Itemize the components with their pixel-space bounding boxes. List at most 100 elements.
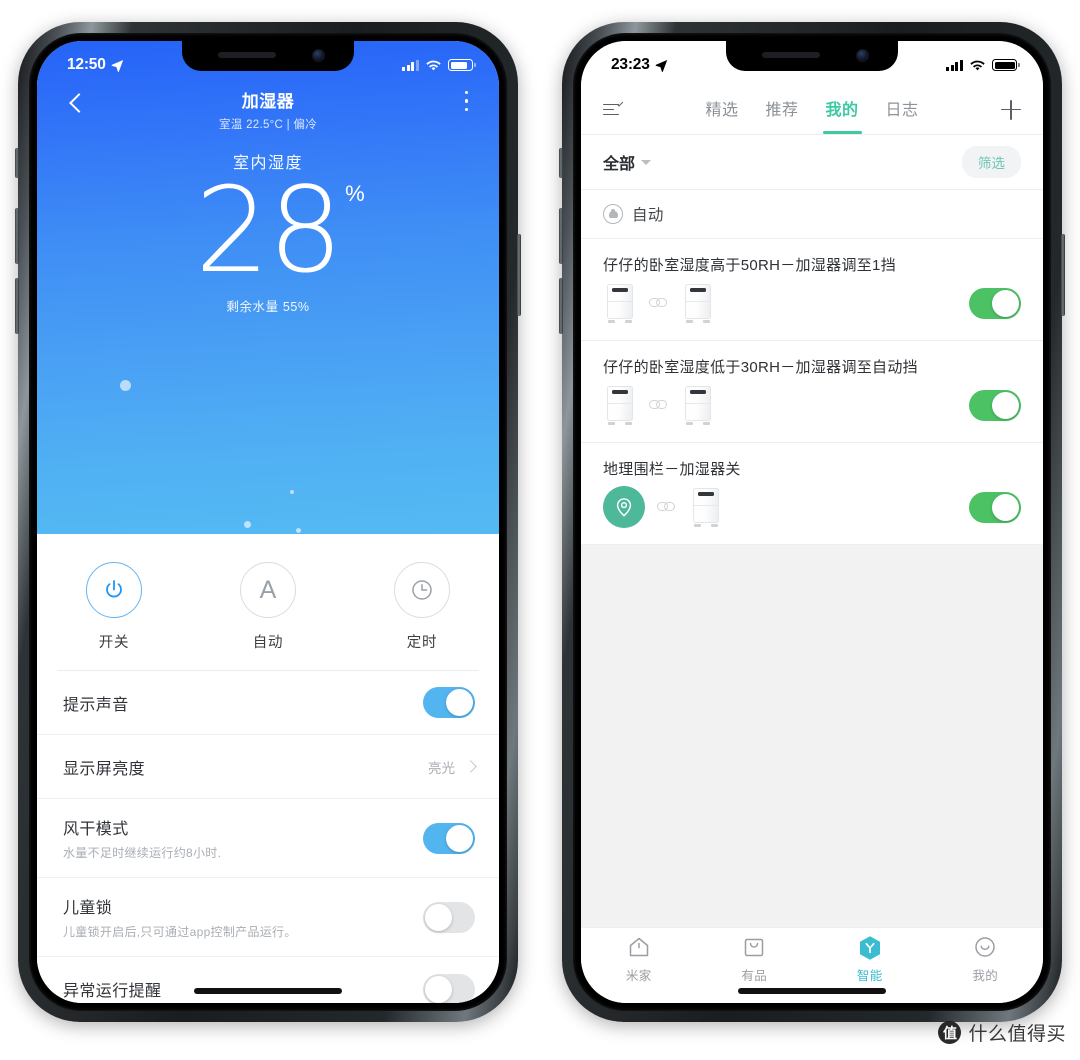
humidifier-icon: [603, 282, 637, 324]
automation-toggle[interactable]: [969, 287, 1021, 319]
empty-space: [581, 545, 1043, 927]
decor-dot: [290, 490, 294, 494]
automation-row[interactable]: 地理围栏－加湿器关: [581, 443, 1043, 545]
robot-head-icon: [603, 204, 623, 224]
brightness-value: 亮光: [428, 760, 455, 776]
volume-down-button[interactable]: [15, 278, 19, 334]
section-title: 自动: [632, 207, 664, 224]
top-tab-bar: 精选 推荐 我的 日志: [581, 85, 1043, 135]
location-arrow-icon: [111, 59, 123, 72]
front-camera: [313, 50, 324, 61]
wifi-icon: [426, 60, 441, 70]
tabbar-label: 智能: [856, 969, 883, 983]
fault-alert-toggle[interactable]: [423, 973, 475, 1003]
tabbar-item-mijia[interactable]: 米家: [581, 928, 697, 991]
status-time: 12:50: [67, 56, 106, 73]
water-level-text: 剩余水量 55%: [226, 300, 310, 315]
front-camera: [857, 50, 868, 61]
tab-mine[interactable]: 我的: [822, 96, 862, 134]
automation-row[interactable]: 仔仔的卧室湿度低于30RH－加湿器调至自动挡: [581, 341, 1043, 443]
volume-up-button[interactable]: [15, 208, 19, 264]
link-icon: [649, 297, 669, 309]
automation-title: 地理围栏－加湿器关: [603, 461, 741, 478]
automation-title: 仔仔的卧室湿度低于30RH－加湿器调至自动挡: [603, 359, 918, 376]
decor-dot: [244, 521, 251, 528]
power-side-button[interactable]: [1061, 234, 1065, 316]
setting-row-brightness[interactable]: 显示屏亮度 亮光: [37, 735, 499, 799]
tab-list: 精选 推荐 我的 日志: [623, 96, 1001, 134]
tab-log[interactable]: 日志: [886, 96, 919, 124]
link-icon: [657, 501, 677, 513]
page-title: 加湿器: [241, 92, 295, 111]
settings-list: 提示声音 显示屏亮度 亮光 风干模式 水量不足时继续运行约8小时. 儿童锁 儿童…: [37, 671, 499, 1003]
humidity-unit: %: [345, 181, 365, 206]
sound-toggle[interactable]: [423, 687, 475, 718]
status-right: [402, 59, 476, 72]
cellular-signal-icon: [402, 59, 419, 71]
battery-icon: [992, 59, 1020, 71]
filter-bar: 全部 筛选: [581, 135, 1043, 189]
tabbar-label: 我的: [972, 969, 999, 983]
plus-icon[interactable]: [1001, 99, 1021, 120]
decor-dot: [296, 528, 301, 533]
setting-row-dry-mode[interactable]: 风干模式 水量不足时继续运行约8小时.: [37, 799, 499, 878]
all-dropdown[interactable]: 全部: [603, 150, 652, 174]
control-auto[interactable]: A 自动: [191, 562, 345, 652]
automation-row[interactable]: 仔仔的卧室湿度高于50RH－加湿器调至1挡: [581, 239, 1043, 341]
tabbar-item-youpin[interactable]: 有品: [697, 928, 813, 991]
control-timer[interactable]: 定时: [345, 562, 499, 652]
smiley-face-icon: [973, 935, 997, 959]
back-chevron-icon[interactable]: [65, 93, 87, 115]
chevron-right-icon: [464, 760, 477, 773]
right-phone-device: 23:23 精选 推荐 我的 日志 全部 筛选 自动 仔仔的卧室湿度高于50RH…: [559, 22, 1065, 1022]
humidifier-icon: [681, 282, 715, 324]
control-timer-label: 定时: [406, 635, 438, 651]
caret-down-icon: [641, 159, 652, 165]
home-icon: [627, 935, 651, 959]
humidifier-icon: [689, 486, 723, 528]
humidifier-icon: [603, 384, 637, 426]
setting-subtitle: 水量不足时继续运行约8小时.: [63, 846, 222, 860]
filter-button[interactable]: 筛选: [962, 146, 1021, 178]
tab-featured[interactable]: 精选: [705, 96, 738, 124]
tabbar-item-smart[interactable]: 智能: [812, 928, 928, 991]
automation-icons: [603, 486, 723, 528]
home-indicator[interactable]: [738, 988, 886, 994]
notch: [182, 41, 354, 71]
earpiece-speaker: [762, 52, 820, 58]
watermark: 值 什么值得买: [938, 1019, 1066, 1046]
volume-up-button[interactable]: [559, 208, 563, 264]
setting-title: 显示屏亮度: [63, 760, 146, 778]
tabbar-item-mine[interactable]: 我的: [928, 928, 1044, 991]
tabbar-label: 有品: [741, 969, 768, 983]
cellular-signal-icon: [946, 59, 963, 71]
left-phone-screen: 12:50 加湿器 室温 22.5°C | 偏冷 室内湿度 28 % 剩余水量 …: [37, 41, 499, 1003]
setting-title: 提示声音: [63, 696, 129, 714]
child-lock-toggle[interactable]: [423, 901, 475, 933]
geofence-location-icon: [603, 486, 645, 528]
setting-row-child-lock[interactable]: 儿童锁 儿童锁开启后,只可通过app控制产品运行。: [37, 878, 499, 957]
all-dropdown-label: 全部: [603, 156, 636, 173]
status-time: 23:23: [611, 56, 650, 73]
automation-toggle[interactable]: [969, 389, 1021, 421]
mute-switch[interactable]: [559, 148, 563, 178]
automation-toggle[interactable]: [969, 491, 1021, 523]
mute-switch[interactable]: [15, 148, 19, 178]
control-power[interactable]: 开关: [37, 562, 191, 652]
smart-hexagon-icon: [858, 935, 882, 960]
tab-recommend[interactable]: 推荐: [765, 96, 798, 124]
left-phone-device: 12:50 加湿器 室温 22.5°C | 偏冷 室内湿度 28 % 剩余水量 …: [15, 22, 521, 1022]
more-vertical-icon[interactable]: [465, 91, 469, 113]
home-indicator[interactable]: [194, 988, 342, 994]
list-check-icon[interactable]: [603, 99, 624, 118]
setting-row-fault-alert[interactable]: 异常运行提醒: [37, 957, 499, 1003]
notch: [726, 41, 898, 71]
control-power-label: 开关: [98, 635, 130, 651]
battery-icon: [448, 59, 476, 71]
decor-dot: [120, 380, 131, 391]
control-button-row: 开关 A 自动 定时: [37, 534, 499, 670]
setting-row-sound[interactable]: 提示声音: [37, 671, 499, 735]
dry-mode-toggle[interactable]: [423, 822, 475, 854]
power-side-button[interactable]: [517, 234, 521, 316]
volume-down-button[interactable]: [559, 278, 563, 334]
